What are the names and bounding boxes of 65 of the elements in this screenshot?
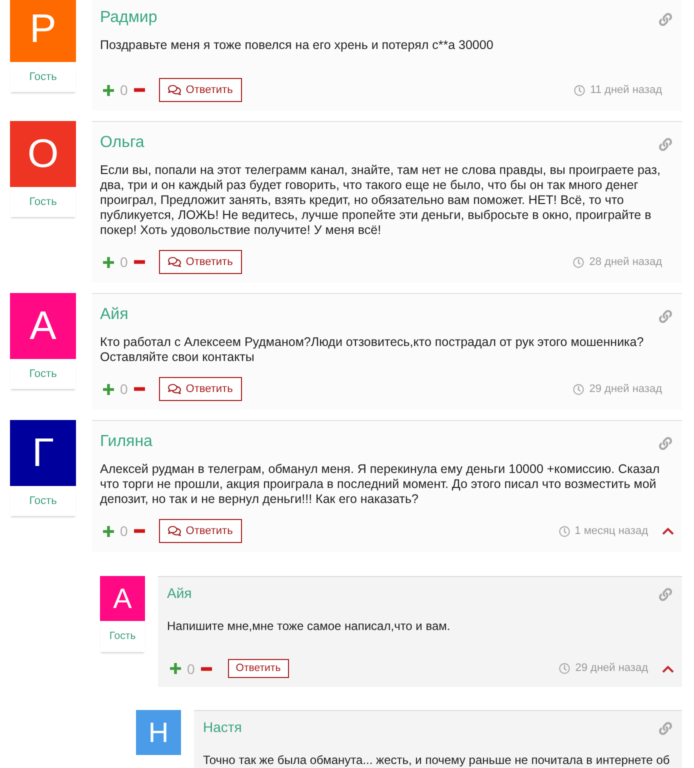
link-icon[interactable]: [659, 722, 672, 735]
author-name[interactable]: Айя: [100, 305, 128, 325]
comment-text: Точно так же была обманута... жесть, и почему раньше не почитала в интернете об: [203, 753, 671, 768]
plus-icon[interactable]: [103, 384, 114, 394]
avatar: О: [10, 121, 76, 187]
vote-count: 0: [120, 83, 128, 97]
comment-text: Поздравьте меня я тоже повелся на его хрень и потерял с**а 30000: [100, 38, 494, 54]
reply-button[interactable]: Ответить: [158, 519, 242, 543]
plus-icon[interactable]: [103, 84, 114, 96]
reply-button[interactable]: Ответить: [158, 377, 242, 401]
author-name[interactable]: Настя: [203, 718, 242, 736]
avatar: Р: [10, 0, 76, 62]
comment-text: Напишите мне,мне тоже самое написал,что и вам.: [167, 619, 452, 635]
link-icon[interactable]: [659, 310, 672, 323]
vote-count: 0: [187, 662, 195, 676]
guest-label: Гость: [10, 486, 76, 516]
link-icon[interactable]: [659, 138, 672, 151]
chevron-up-icon[interactable]: [662, 527, 674, 535]
plus-icon[interactable]: [103, 526, 114, 536]
plus-icon[interactable]: [170, 663, 181, 674]
reply-button[interactable]: Ответить: [158, 250, 242, 274]
chat-bubbles-icon: [168, 383, 181, 395]
vote-count: 0: [120, 524, 128, 538]
link-icon[interactable]: [659, 437, 672, 450]
author-name[interactable]: Айя: [167, 584, 192, 602]
timestamp: 29 дней назад: [589, 384, 662, 394]
guest-label: Гость: [10, 187, 76, 217]
vote-count: 0: [120, 382, 128, 396]
author-name[interactable]: Гиляна: [100, 432, 152, 452]
link-icon[interactable]: [659, 13, 672, 26]
avatar: А: [100, 576, 145, 621]
comment-text: Если вы, попали на этот телеграмм канал, знайте, там нет не слова правды, вы проиграете раз, два, три и он каждый раз будет говорить, что такого еще не было, что бы он так много денег проиграл, Предложит занять, взять кредит, но обязательно вам поможет. НЕТ! Всё, то что публикуется, ЛОЖЬ! Не ведитесь, лучше пропейте эти деньги, выбросьте в окно, проиграйте в покер! Хоть удовольствие получите! У меня всё!: [100, 163, 662, 238]
clock-icon: [573, 256, 584, 268]
clock-icon: [573, 384, 584, 394]
chat-bubbles-icon: [168, 525, 181, 537]
timestamp: 1 месяц назад: [574, 526, 648, 536]
comment-text: Алексей рудман в телеграм, обманул меня. Я перекинула ему деньги 10000 +комиссию. Сказал что торги не прошли, акция проиграла в последний момент. До этого писал что возместить мой депозит, но так и не вернул деньги!!! Как его наказать?: [100, 462, 661, 507]
clock-icon: [559, 663, 570, 674]
guest-label: Гость: [100, 621, 145, 652]
chat-bubbles-icon: [168, 84, 181, 96]
plus-icon[interactable]: [103, 256, 114, 268]
minus-icon[interactable]: [134, 387, 145, 391]
vote-count: 0: [120, 255, 128, 269]
author-name[interactable]: Радмир: [100, 8, 158, 28]
avatar: Г: [10, 420, 76, 486]
clock-icon: [574, 84, 586, 96]
avatar: Н: [136, 710, 181, 755]
guest-label: Гость: [10, 62, 76, 92]
comment-text: Кто работал с Алексеем Рудманом?Люди отзовитесь,кто пострадал от рук этого мошенника? Оставляйте свои контакты: [100, 335, 645, 365]
minus-icon[interactable]: [200, 666, 212, 670]
link-icon[interactable]: [659, 588, 672, 601]
chevron-up-icon[interactable]: [662, 664, 674, 672]
minus-icon[interactable]: [134, 529, 145, 533]
guest-label: Гость: [10, 359, 76, 389]
author-name[interactable]: Ольга: [100, 133, 144, 153]
clock-icon: [558, 526, 570, 536]
reply-button[interactable]: Ответить: [158, 78, 242, 102]
timestamp: 11 дней назад: [590, 84, 662, 96]
minus-icon[interactable]: [134, 88, 145, 92]
timestamp: 28 дней назад: [589, 256, 662, 268]
avatar: А: [10, 293, 76, 359]
timestamp: 29 дней назад: [575, 663, 648, 674]
chat-bubbles-icon: [168, 256, 181, 268]
reply-button[interactable]: Ответить: [228, 659, 289, 678]
minus-icon[interactable]: [134, 260, 145, 264]
